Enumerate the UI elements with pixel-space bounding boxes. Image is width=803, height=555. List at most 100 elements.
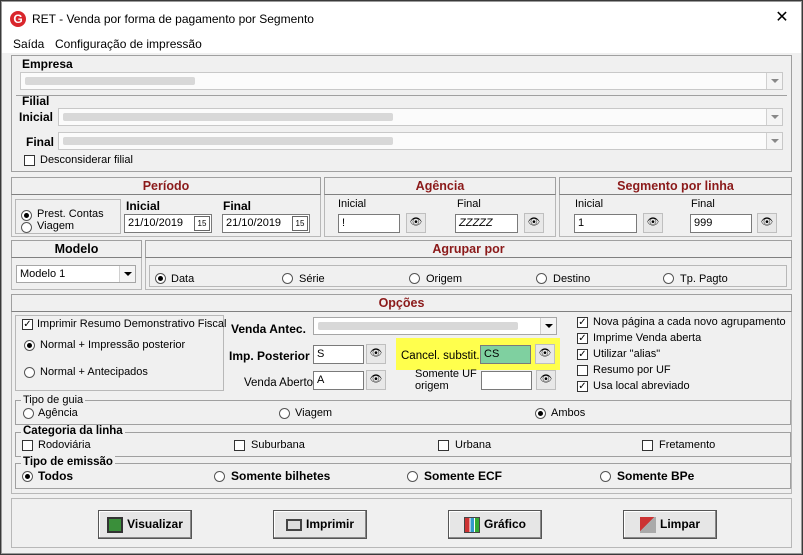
normal-antecipados-radio[interactable] — [24, 367, 35, 378]
agrupar-origem-radio[interactable] — [409, 273, 420, 284]
filial-final-label: Final — [26, 135, 55, 149]
menu-saida[interactable]: Saída — [13, 37, 44, 51]
visualizar-label: Visualizar — [127, 517, 183, 531]
emissao-todos-radio[interactable] — [22, 471, 33, 482]
agencia-header: Agência — [324, 177, 556, 195]
main-window: G RET - Venda por forma de pagamento por… — [1, 1, 802, 554]
cancel-subst-input[interactable]: CS — [480, 345, 531, 364]
somente-uf-label: Somente UF — [415, 368, 477, 380]
emissao-bilhetes-radio[interactable] — [214, 471, 225, 482]
imprimir-resumo-checkbox[interactable]: ✓ — [22, 319, 33, 330]
desconsiderar-filial-checkbox[interactable] — [24, 155, 35, 166]
guia-viagem-label: Viagem — [295, 407, 333, 419]
chevron-down-icon[interactable] — [766, 133, 782, 149]
agrupar-origem-label: Origem — [426, 273, 463, 285]
normal-impressao-label: Normal + Impressão posterior — [40, 339, 186, 351]
printer-icon — [285, 518, 302, 531]
usa-local-abreviado-label: Usa local abreviado — [593, 380, 690, 392]
grafico-label: Gráfico — [483, 517, 526, 531]
chevron-down-icon[interactable] — [766, 73, 782, 89]
visualizar-button[interactable]: Visualizar — [98, 510, 192, 539]
calendar-icon[interactable]: 15 — [292, 216, 308, 231]
fretamento-checkbox[interactable] — [642, 440, 653, 451]
venda-aberto-input[interactable]: A — [313, 371, 364, 390]
tipo-guia-title: Tipo de guia — [21, 394, 86, 406]
emissao-todos-label: Todos — [38, 469, 74, 483]
segmento-inicial-input[interactable]: 1 — [574, 214, 637, 233]
modelo-combo[interactable]: Modelo 1 — [16, 265, 136, 283]
viagem-radio[interactable] — [21, 222, 32, 233]
emissao-bilhetes-label: Somente bilhetes — [231, 469, 331, 483]
normal-impressao-radio[interactable] — [24, 340, 35, 351]
modelo-value: Modelo 1 — [20, 268, 66, 280]
agencia-inicial-input[interactable]: ! — [338, 214, 400, 233]
imp-posterior-label: Imp. Posterior — [229, 349, 310, 363]
grafico-button[interactable]: Gráfico — [448, 510, 542, 539]
utilizar-alias-checkbox[interactable]: ✓ — [577, 349, 588, 360]
periodo-inicial-label: Inicial — [126, 199, 161, 213]
chevron-down-icon[interactable] — [119, 266, 135, 282]
filial-final-combo[interactable] — [58, 132, 783, 150]
guia-ambos-radio[interactable] — [535, 408, 546, 419]
prest-contas-radio[interactable] — [21, 210, 32, 221]
urbana-label: Urbana — [455, 439, 492, 451]
guia-viagem-radio[interactable] — [279, 408, 290, 419]
agrupar-data-radio[interactable] — [155, 273, 166, 284]
chevron-down-icon[interactable] — [766, 109, 782, 125]
segmento-inicial-label: Inicial — [575, 198, 604, 210]
suburbana-label: Suburbana — [251, 439, 305, 451]
emissao-ecf-radio[interactable] — [407, 471, 418, 482]
guia-agencia-radio[interactable] — [23, 408, 34, 419]
emissao-bpe-radio[interactable] — [600, 471, 611, 482]
eraser-icon — [639, 516, 656, 533]
usa-local-abreviado-checkbox[interactable]: ✓ — [577, 381, 588, 392]
categoria-title: Categoria da linha — [21, 425, 125, 437]
binoculars-icon[interactable]: 👁 — [524, 213, 544, 233]
cancel-subst-label: Cancel. substit. — [401, 350, 480, 362]
opcoes-header: Opções — [11, 294, 792, 312]
agencia-final-input[interactable]: ZZZZZ — [455, 214, 518, 233]
resumo-uf-checkbox[interactable] — [577, 365, 588, 376]
binoculars-icon[interactable]: 👁 — [366, 344, 386, 364]
rodoviaria-label: Rodoviária — [38, 439, 91, 451]
rodoviaria-checkbox[interactable] — [22, 440, 33, 451]
limpar-button[interactable]: Limpar — [623, 510, 717, 539]
normal-antecipados-label: Normal + Antecipados — [40, 366, 148, 378]
imprimir-button[interactable]: Imprimir — [273, 510, 367, 539]
fretamento-label: Fretamento — [659, 439, 716, 451]
binoculars-icon[interactable]: 👁 — [536, 370, 556, 390]
suburbana-checkbox[interactable] — [234, 440, 245, 451]
imprime-venda-aberta-checkbox[interactable]: ✓ — [577, 333, 588, 344]
close-button[interactable]: ✕ — [771, 8, 793, 28]
guia-agencia-label: Agência — [38, 407, 78, 419]
agrupar-destino-label: Destino — [553, 273, 591, 285]
somente-uf-input[interactable] — [481, 371, 532, 390]
agrupar-data-label: Data — [171, 273, 195, 285]
prest-contas-label: Prest. Contas — [37, 208, 104, 220]
segmento-final-input[interactable]: 999 — [690, 214, 752, 233]
chart-icon — [463, 516, 480, 533]
menu-configuracao-impressao[interactable]: Configuração de impressão — [55, 37, 202, 51]
monitor-icon — [107, 516, 124, 533]
agrupar-serie-radio[interactable] — [282, 273, 293, 284]
filial-inicial-combo[interactable] — [58, 108, 783, 126]
emissao-bpe-label: Somente BPe — [617, 469, 695, 483]
binoculars-icon[interactable]: 👁 — [406, 213, 426, 233]
agencia-inicial-label: Inicial — [338, 198, 367, 210]
chevron-down-icon[interactable] — [540, 318, 556, 334]
title-bar: G RET - Venda por forma de pagamento por… — [2, 2, 801, 35]
binoculars-icon[interactable]: 👁 — [643, 213, 663, 233]
app-logo-icon: G — [10, 11, 26, 27]
nova-pagina-checkbox[interactable]: ✓ — [577, 317, 588, 328]
empresa-combo[interactable] — [20, 72, 783, 90]
urbana-checkbox[interactable] — [438, 440, 449, 451]
calendar-icon[interactable]: 15 — [194, 216, 210, 231]
binoculars-icon[interactable]: 👁 — [757, 213, 777, 233]
agrupar-destino-radio[interactable] — [536, 273, 547, 284]
binoculars-icon[interactable]: 👁 — [535, 344, 555, 364]
imprimir-resumo-label: Imprimir Resumo Demonstrativo Fiscal — [37, 318, 227, 330]
binoculars-icon[interactable]: 👁 — [366, 370, 386, 390]
imp-posterior-input[interactable]: S — [313, 345, 364, 364]
venda-antec-combo[interactable] — [313, 317, 557, 335]
agrupar-tp-pagto-radio[interactable] — [663, 273, 674, 284]
